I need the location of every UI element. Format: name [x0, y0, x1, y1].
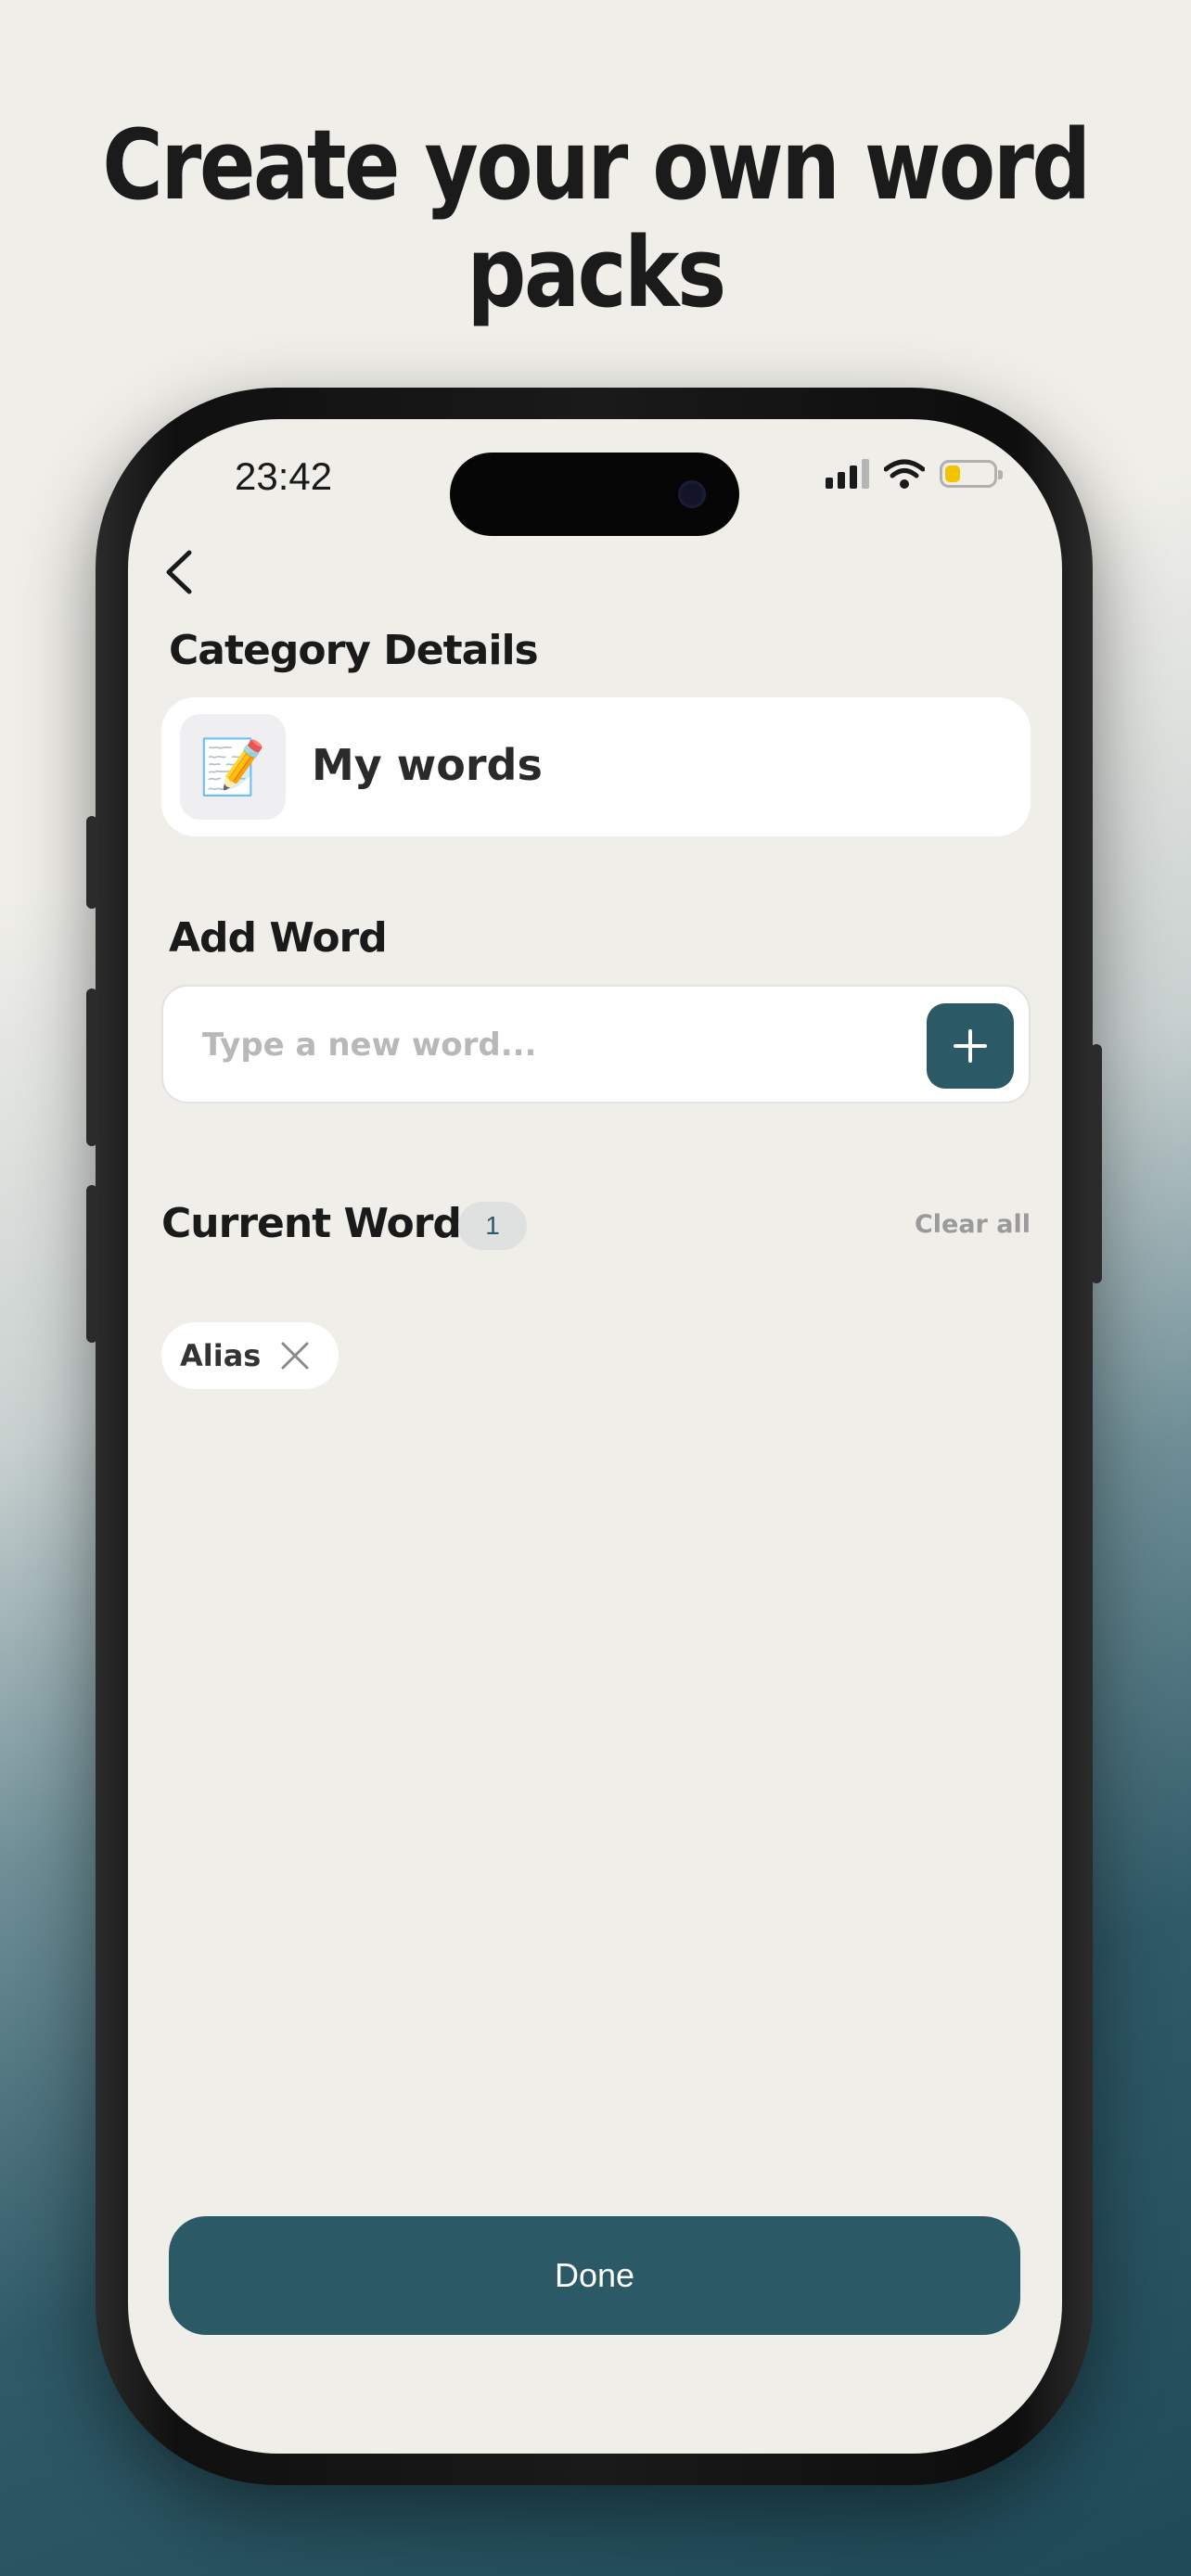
remove-word-close-icon[interactable]	[279, 1340, 311, 1371]
marketing-headline: Create your own word packs	[102, 108, 1091, 329]
power-button	[1091, 1044, 1102, 1283]
word-count-badge: 1	[458, 1202, 527, 1250]
dynamic-island	[450, 453, 739, 536]
status-icons	[826, 458, 1003, 490]
add-word-field[interactable]	[161, 985, 1031, 1103]
new-word-input[interactable]	[200, 1013, 909, 1078]
category-emoji-memo-icon[interactable]: 📝	[180, 714, 286, 820]
category-details-heading: Category Details	[169, 627, 539, 674]
add-word-heading: Add Word	[169, 914, 388, 962]
done-button[interactable]: Done	[169, 2216, 1020, 2335]
volume-down-button	[86, 1185, 97, 1343]
front-camera-icon	[678, 480, 706, 508]
plus-icon	[954, 1029, 987, 1063]
cellular-signal-icon	[826, 459, 869, 489]
category-name[interactable]: My words	[312, 740, 543, 790]
volume-up-button	[86, 988, 97, 1146]
clear-all-button[interactable]: Clear all	[915, 1210, 1031, 1239]
app-screen: 23:42 Category Details 📝 My words Add Wo…	[128, 419, 1062, 2454]
word-chip: Alias	[161, 1322, 339, 1389]
category-card[interactable]: 📝 My words	[161, 697, 1031, 836]
add-word-button[interactable]	[927, 1003, 1014, 1089]
wifi-icon	[884, 459, 925, 489]
back-chevron-icon[interactable]	[148, 540, 213, 605]
action-button	[86, 816, 97, 909]
status-time: 23:42	[235, 454, 333, 498]
current-words-heading: Current Words	[161, 1200, 485, 1247]
battery-icon	[940, 460, 1003, 488]
word-chip-label: Alias	[180, 1338, 262, 1373]
